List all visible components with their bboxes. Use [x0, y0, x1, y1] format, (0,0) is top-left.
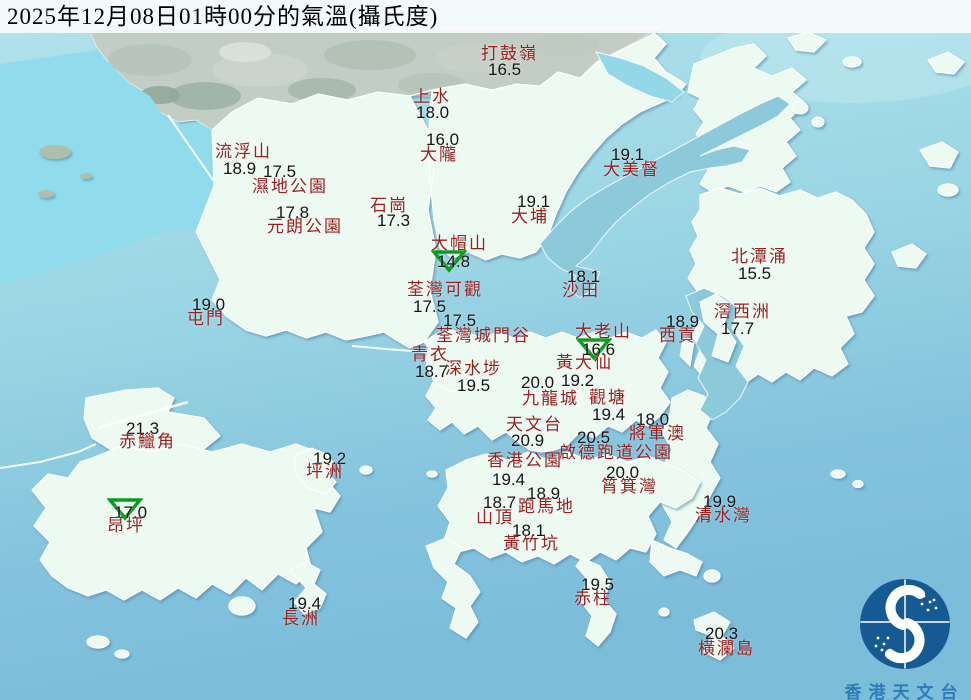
station-name-label: 坪洲	[306, 463, 344, 480]
station-temp-value: 20.9	[511, 432, 544, 449]
title-bar: 2025年12月08日01時00分的氣溫(攝氏度)	[0, 0, 971, 33]
station-temp-value: 17.7	[721, 320, 754, 337]
station-name-label: 西貢	[659, 327, 697, 344]
station-name-label: 筲箕灣	[601, 478, 658, 495]
station-temp-value: 17.5	[413, 298, 446, 315]
station-name-label: 清水灣	[695, 507, 752, 524]
station-name-label: 濕地公園	[252, 178, 328, 195]
station-name-label: 黃竹坑	[503, 535, 560, 552]
station-name-label: 大帽山	[431, 235, 488, 252]
station-temp-value: 19.5	[457, 377, 490, 394]
station-name-label: 流浮山	[215, 143, 272, 160]
station-name-label: 香港公園	[487, 452, 563, 469]
station-name-label: 黃大仙	[556, 354, 613, 371]
station-name-label: 青衣	[411, 346, 449, 363]
station-name-label: 沙田	[562, 282, 600, 299]
station-name-label: 長洲	[282, 610, 320, 627]
station-name-label: 荃灣可觀	[407, 281, 483, 298]
page-title: 2025年12月08日01時00分的氣溫(攝氏度)	[7, 3, 438, 31]
station-name-label: 上水	[413, 88, 451, 105]
hko-logo: 香港天文台 HONG KONG OBSERVATORY	[826, 576, 971, 700]
station-name-label: 啟德跑道公園	[559, 444, 673, 461]
station-name-label: 打鼓嶺	[481, 45, 538, 62]
station-name-label: 大隴	[420, 146, 458, 163]
station-temp-value: 15.5	[738, 265, 771, 282]
station-temp-value: 14.8	[437, 253, 470, 270]
station-name-label: 跑馬地	[518, 498, 575, 515]
station-name-label: 將軍澳	[629, 425, 686, 442]
station-temp-value: 18.0	[416, 104, 449, 121]
station-name-label: 屯門	[187, 310, 225, 327]
station-temp-value: 19.2	[561, 372, 594, 389]
station-name-label: 大老山	[575, 323, 632, 340]
hko-name-chinese: 香港天文台	[833, 678, 971, 700]
station-name-label: 元朗公園	[267, 218, 343, 235]
hko-emblem-icon	[826, 576, 971, 672]
station-name-label: 觀塘	[589, 389, 627, 406]
station-name-label: 橫瀾島	[698, 640, 755, 657]
station-name-label: 天文台	[506, 416, 563, 433]
station-name-label: 荃灣城門谷	[436, 327, 531, 344]
station-name-label: 九龍城	[522, 390, 579, 407]
station-name-label: 北潭涌	[731, 248, 788, 265]
station-name-label: 石崗	[370, 197, 408, 214]
weather-map-page: 16.5打鼓嶺18.0上水16.0大隴18.9流浮山17.5濕地公園17.8元朗…	[0, 0, 971, 700]
station-name-label: 赤鱲角	[119, 433, 176, 450]
station-temp-value: 18.7	[415, 363, 448, 380]
station-name-label: 深水埗	[445, 360, 502, 377]
station-name-label: 山頂	[476, 509, 514, 526]
station-temp-value: 18.9	[223, 160, 256, 177]
station-name-label: 滘西洲	[714, 303, 771, 320]
station-name-label: 大美督	[603, 161, 660, 178]
station-name-label: 赤柱	[574, 590, 612, 607]
station-temp-value: 19.4	[492, 471, 525, 488]
station-name-label: 大埔	[511, 208, 549, 225]
station-name-label: 昂坪	[107, 517, 145, 534]
station-temp-value: 19.4	[592, 406, 625, 423]
station-temp-value: 16.5	[488, 61, 521, 78]
